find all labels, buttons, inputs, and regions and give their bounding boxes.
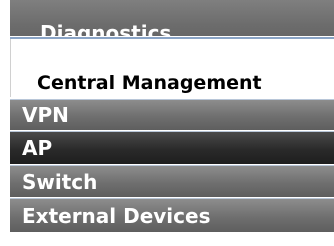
menu-item-vpn-label: VPN <box>22 103 69 127</box>
menu-item-vpn[interactable]: VPN <box>10 99 334 130</box>
sidebar-menu: Diagnostics Central Management VPN AP Sw… <box>0 0 334 246</box>
section-header-central-management: Central Management <box>10 39 334 97</box>
menu-item-ap-label: AP <box>22 136 53 160</box>
menu-item-diagnostics-label: Diagnostics <box>40 21 172 36</box>
menu-item-diagnostics[interactable]: Diagnostics <box>10 0 334 36</box>
menu-item-ap[interactable]: AP <box>10 131 334 164</box>
menu-item-external-devices-label: External Devices <box>22 203 211 228</box>
menu-item-switch-label: Switch <box>22 169 98 194</box>
menu-item-external-devices[interactable]: External Devices <box>10 198 334 232</box>
section-header-label: Central Management <box>37 72 262 94</box>
menu-item-switch[interactable]: Switch <box>10 165 334 197</box>
